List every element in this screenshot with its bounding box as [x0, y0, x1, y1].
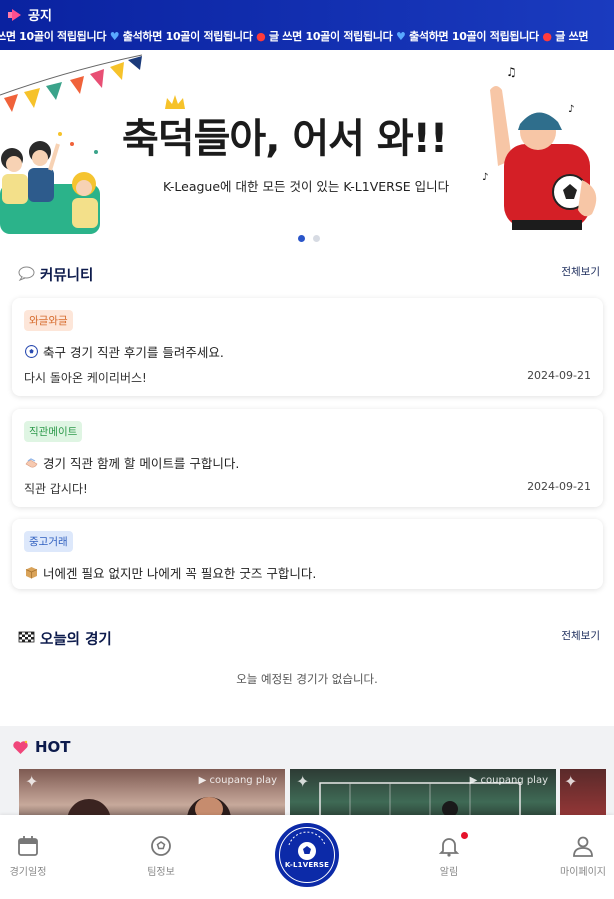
video-provider-label: ▶ coupang play — [198, 775, 277, 786]
package-icon — [25, 567, 38, 579]
post-title: 너에겐 필요 없지만 나에게 꼭 필요한 굿즈 구합니다. — [43, 566, 317, 581]
post-title: 축구 경기 직관 후기를 들려주세요. — [43, 345, 224, 360]
logo-text: K-L1VERSE — [284, 861, 330, 869]
post-category-badge: 와글와글 — [24, 310, 73, 331]
nav-label: 팀정보 — [147, 867, 175, 878]
soccer-ball-icon — [25, 345, 38, 358]
ticker-item: 글 쓰면 10골이 적립됩니다 — [268, 30, 393, 43]
community-view-all-link[interactable]: 전체보기 — [561, 264, 600, 279]
nav-label: 알림 — [439, 867, 459, 878]
calendar-icon — [18, 836, 38, 856]
today-matches-section-header: 오늘의 경기 전체보기 — [0, 626, 614, 650]
post-title: 경기 직관 함께 할 메이트를 구합니다. — [43, 456, 240, 471]
nav-label: 마이페이지 — [560, 867, 606, 878]
carousel-dot[interactable] — [298, 235, 305, 242]
player-illustration: ♫ ♪ ♪ — [482, 65, 597, 230]
community-title: 커뮤니티 — [40, 268, 94, 284]
banner-subtitle: K-League에 대한 모든 것이 있는 K-L1VERSE 입니다 — [163, 179, 450, 194]
post-title-row: 너에겐 필요 없지만 나에게 꼭 필요한 굿즈 구합니다. — [25, 563, 316, 582]
pin-icon: ● — [256, 30, 266, 43]
post-category-badge: 중고거래 — [24, 531, 73, 552]
notice-header: 공지 — [8, 5, 52, 24]
community-post-card[interactable]: 중고거래 너에겐 필요 없지만 나에게 꼭 필요한 굿즈 구합니다. — [12, 519, 603, 589]
banner-title: 축덕들아, 어서 와!! — [122, 116, 448, 162]
ticker-item: 출석하면 10골이 적립됩니다 — [122, 30, 253, 43]
video-provider-label: ▶ coupang play — [469, 775, 548, 786]
svg-text:✦: ✦ — [564, 772, 577, 791]
today-matches-view-all-link[interactable]: 전체보기 — [561, 628, 600, 643]
post-date: 2024-09-21 — [527, 369, 591, 382]
pin-icon: ● — [542, 30, 552, 43]
post-preview: 다시 돌아온 케이리버스! — [24, 371, 147, 385]
notice-title: 공지 — [28, 9, 52, 24]
checkered-flag-icon — [18, 631, 35, 643]
svg-text:✦: ✦ — [296, 772, 309, 791]
post-category-badge: 직관메이트 — [24, 421, 83, 442]
notice-bar[interactable]: 공지 쓰면 10골이 적립됩니다 ♥ 출석하면 10골이 적립됩니다 ● 글 쓰… — [0, 0, 614, 50]
bottom-navigation: 경기일정 팀정보 K-L1VERSE 알림 마이페이지 — [0, 815, 614, 899]
nav-item-mypage[interactable]: 마이페이지 — [543, 835, 614, 878]
ticker-item: 쓰면 10골이 적립됩니다 — [0, 30, 107, 43]
community-post-card[interactable]: 직관메이트 경기 직관 함께 할 메이트를 구합니다. 직관 갑시다! 2024… — [12, 409, 603, 507]
handshake-icon — [25, 458, 38, 468]
svg-text:♫: ♫ — [506, 65, 517, 79]
ticker-item: 글 쓰면 — [555, 30, 589, 43]
notification-badge — [461, 832, 468, 839]
bell-icon — [438, 838, 460, 857]
sparkling-heart-icon — [13, 740, 28, 754]
community-section-header: 커뮤니티 전체보기 — [0, 262, 614, 286]
nav-label: 경기일정 — [9, 867, 47, 878]
home-logo-button[interactable]: K-L1VERSE — [275, 823, 339, 887]
carousel-indicator — [298, 235, 320, 242]
post-title-row: 축구 경기 직관 후기를 들려주세요. — [25, 342, 224, 361]
hot-header: HOT — [12, 738, 71, 756]
no-matches-message: 오늘 예정된 경기가 없습니다. — [236, 672, 378, 686]
heart-icon: ♥ — [109, 30, 120, 43]
post-date: 2024-09-21 — [527, 480, 591, 493]
hot-section: HOT ✦ ▶ coupang play ✦ ▶ coupang play ✦ — [0, 726, 614, 829]
fans-illustration — [0, 132, 100, 234]
svg-text:♪: ♪ — [482, 172, 488, 183]
speech-bubble-icon — [18, 266, 35, 281]
hero-banner[interactable]: 축덕들아, 어서 와!! K-League에 대한 모든 것이 있는 K-L1V… — [0, 50, 614, 250]
nav-item-team-info[interactable]: 팀정보 — [121, 835, 201, 878]
user-icon — [573, 836, 593, 857]
hot-title: HOT — [35, 738, 71, 756]
notice-ticker[interactable]: 쓰면 10골이 적립됩니다 ♥ 출석하면 10골이 적립됩니다 ● 글 쓰면 1… — [0, 28, 589, 44]
post-title-row: 경기 직관 함께 할 메이트를 구합니다. — [25, 453, 239, 472]
nav-item-schedule[interactable]: 경기일정 — [0, 835, 68, 878]
svg-text:♪: ♪ — [568, 104, 574, 115]
logo-icon — [288, 831, 326, 860]
ticker-item: 출석하면 10골이 적립됩니다 — [409, 30, 539, 43]
nav-item-notifications[interactable]: 알림 — [409, 832, 489, 878]
community-post-card[interactable]: 와글와글 축구 경기 직관 후기를 들려주세요. 다시 돌아온 케이리버스! 2… — [12, 298, 603, 396]
svg-text:✦: ✦ — [25, 772, 38, 791]
megaphone-icon — [8, 9, 22, 21]
soccer-ball-icon — [151, 836, 171, 856]
today-matches-title: 오늘의 경기 — [40, 632, 112, 648]
heart-icon: ♥ — [395, 30, 406, 43]
post-preview: 직관 갑시다! — [24, 482, 88, 496]
carousel-dot[interactable] — [313, 235, 320, 242]
